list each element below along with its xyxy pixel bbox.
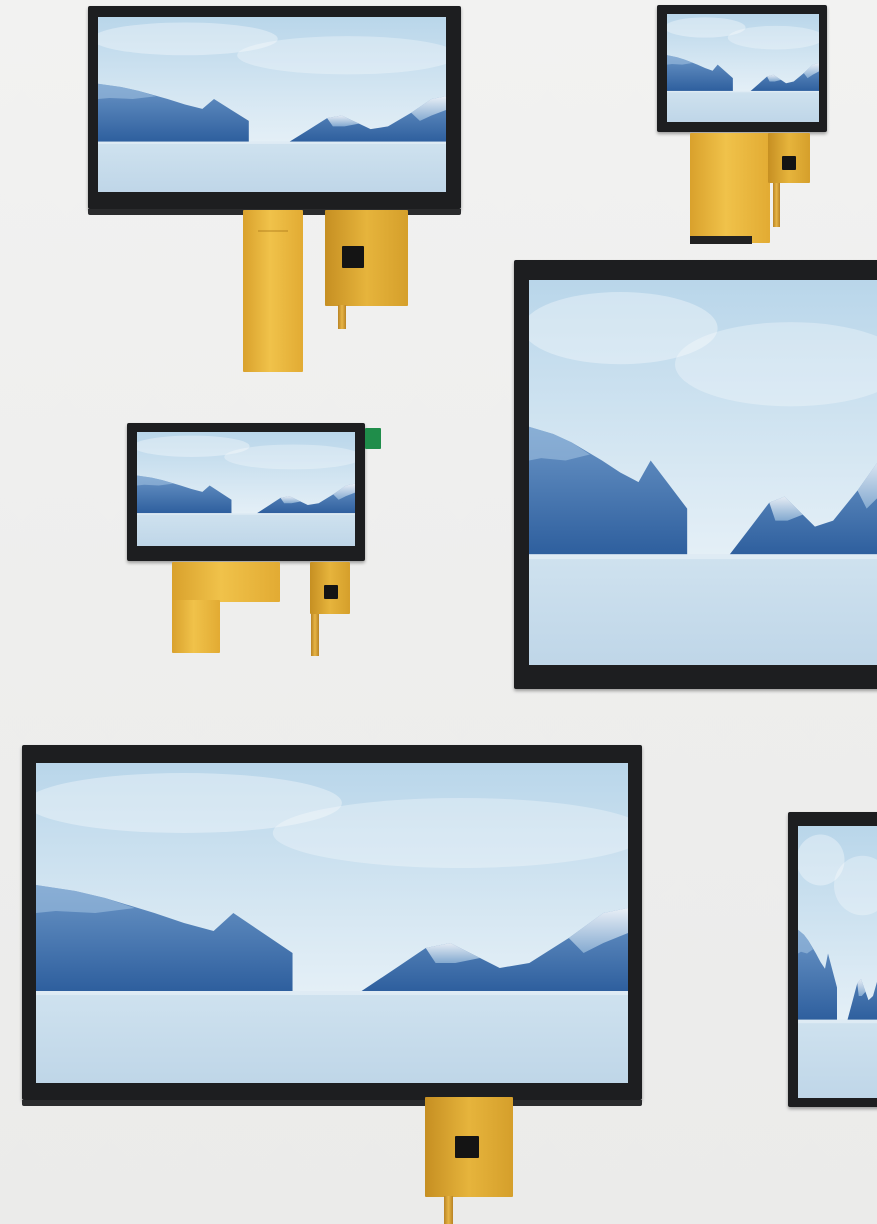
flex-cable bbox=[690, 133, 770, 243]
protective-film-tab bbox=[365, 428, 381, 449]
panel-middle-left bbox=[127, 423, 365, 561]
screen-landscape bbox=[529, 280, 877, 665]
screen-landscape bbox=[667, 14, 819, 122]
panel-top-left bbox=[88, 6, 461, 215]
connector-tail bbox=[311, 614, 319, 656]
controller-chip bbox=[342, 246, 364, 268]
connector-tail bbox=[444, 1196, 453, 1224]
panel-top-right-small bbox=[657, 5, 827, 132]
screen-landscape bbox=[98, 17, 446, 192]
panel-right-large bbox=[514, 260, 877, 689]
panel-bottom-large bbox=[22, 745, 642, 1106]
controller-flex-board bbox=[325, 210, 408, 306]
screen-landscape bbox=[798, 826, 877, 1098]
screen-landscape bbox=[36, 763, 628, 1083]
flex-cable bbox=[243, 210, 303, 372]
controller-chip bbox=[782, 156, 796, 170]
flex-cable bbox=[172, 562, 280, 602]
connector-tail bbox=[773, 183, 780, 227]
connector-tail bbox=[338, 305, 346, 329]
screen-landscape bbox=[137, 432, 355, 546]
panel-bottom-right-partial bbox=[788, 812, 877, 1107]
controller-chip bbox=[324, 585, 338, 599]
controller-chip bbox=[455, 1136, 479, 1158]
